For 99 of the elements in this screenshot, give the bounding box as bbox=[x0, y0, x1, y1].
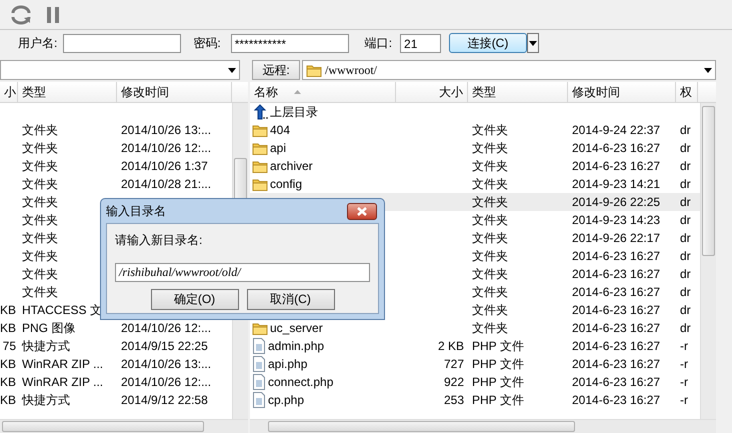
modified-time: 2014/10/26 12:... bbox=[120, 375, 212, 389]
file-size: KB bbox=[0, 321, 18, 335]
file-size: 253 bbox=[442, 393, 465, 407]
modified-time: 2014-6-23 16:27 bbox=[571, 285, 662, 299]
modified-time: 2014-6-23 16:27 bbox=[571, 303, 662, 317]
modified-time: 2014-6-23 16:27 bbox=[571, 267, 662, 281]
file-type: PHP 文件 bbox=[471, 356, 525, 372]
permissions: dr bbox=[679, 213, 692, 227]
dialog-title: 输入目录名 bbox=[106, 202, 166, 220]
prompt-text: 请输入新目录名: bbox=[115, 232, 204, 249]
permissions: dr bbox=[679, 123, 692, 137]
file-name: admin.php bbox=[268, 339, 324, 353]
permissions: dr bbox=[679, 231, 692, 245]
permissions: dr bbox=[679, 267, 692, 281]
file-type: HTACCESS 文 bbox=[21, 302, 103, 318]
file-name: cp.php bbox=[268, 393, 304, 407]
modified-time: 2014/10/26 12:... bbox=[120, 141, 212, 155]
column-title: 名称 bbox=[254, 84, 278, 100]
permissions: dr bbox=[679, 159, 692, 173]
file-type: 文件夹 bbox=[21, 212, 59, 228]
file-size: KB bbox=[0, 393, 18, 407]
permissions: dr bbox=[679, 177, 692, 191]
permissions: -r bbox=[679, 357, 689, 371]
file-size: 75 bbox=[2, 339, 17, 353]
file-type: 文件夹 bbox=[471, 320, 509, 336]
file-type: 快捷方式 bbox=[20, 392, 71, 408]
modified-time: 2014-9-23 14:23 bbox=[571, 213, 662, 227]
file-name: archiver bbox=[270, 159, 313, 173]
modified-time: 2014-6-23 16:27 bbox=[571, 393, 662, 407]
file-size: KB bbox=[0, 303, 18, 317]
modified-time: 2014-9-26 22:17 bbox=[571, 231, 662, 245]
file-type: 文件夹 bbox=[21, 194, 59, 210]
permissions: -r bbox=[679, 393, 689, 407]
permissions: -r bbox=[679, 375, 689, 389]
file-type: WinRAR ZIP ... bbox=[21, 375, 104, 389]
modified-time: 2014-6-23 16:27 bbox=[571, 339, 662, 353]
file-size: 727 bbox=[442, 357, 465, 371]
file-type: 快捷方式 bbox=[20, 338, 71, 354]
file-type: 文件夹 bbox=[471, 302, 509, 318]
file-size: KB bbox=[0, 357, 18, 371]
file-name: api.php bbox=[268, 357, 308, 371]
file-name: connect.php bbox=[268, 375, 334, 389]
modified-time: 2014/9/15 22:25 bbox=[120, 339, 209, 353]
file-type: 文件夹 bbox=[21, 266, 59, 282]
file-type: 文件夹 bbox=[471, 230, 509, 246]
permissions: -r bbox=[679, 339, 689, 353]
file-type: 文件夹 bbox=[21, 284, 59, 300]
file-type: WinRAR ZIP ... bbox=[21, 357, 104, 371]
file-size: 922 bbox=[442, 375, 465, 389]
modified-time: 2014-6-23 16:27 bbox=[571, 249, 662, 263]
password-label: 密码: bbox=[193, 34, 221, 52]
modified-time: 2014-6-23 16:27 bbox=[571, 375, 662, 389]
modified-time: 2014-9-24 22:37 bbox=[571, 123, 662, 137]
modified-time: 2014-9-26 22:25 bbox=[571, 195, 662, 209]
modified-time: 2014/9/12 22:58 bbox=[120, 393, 209, 407]
port-label: 端口: bbox=[364, 34, 392, 52]
modified-time: 2014-6-23 16:27 bbox=[571, 321, 662, 335]
file-type: PHP 文件 bbox=[471, 374, 525, 390]
permissions: dr bbox=[679, 249, 692, 263]
file-type: 文件夹 bbox=[21, 248, 59, 264]
file-type: 文件夹 bbox=[471, 266, 509, 282]
file-type: 文件夹 bbox=[471, 248, 509, 264]
permissions: dr bbox=[679, 303, 692, 317]
modified-time: 2014-6-23 16:27 bbox=[571, 159, 662, 173]
file-type: 文件夹 bbox=[471, 212, 509, 228]
file-type: 文件夹 bbox=[471, 122, 509, 138]
modified-time: 2014/10/26 13:... bbox=[120, 357, 212, 371]
modified-time: 2014-6-23 16:27 bbox=[571, 141, 662, 155]
file-type: PHP 文件 bbox=[471, 392, 525, 408]
file-type: 文件夹 bbox=[471, 194, 509, 210]
file-name: uc_server bbox=[270, 321, 323, 335]
file-type: 文件夹 bbox=[471, 140, 509, 156]
file-name: 上层目录 bbox=[270, 104, 318, 120]
modified-time: 2014/10/26 13:... bbox=[120, 123, 212, 137]
permissions: dr bbox=[679, 285, 692, 299]
file-type: 文件夹 bbox=[471, 176, 509, 192]
file-type: 文件夹 bbox=[21, 140, 59, 156]
file-type: 文件夹 bbox=[21, 230, 59, 246]
file-size: 2 KB bbox=[436, 339, 465, 353]
file-name: 404 bbox=[270, 123, 290, 137]
file-size: KB bbox=[0, 375, 18, 389]
modified-time: 2014/10/26 12:... bbox=[120, 321, 212, 335]
file-type: 文件夹 bbox=[21, 122, 59, 138]
file-type: 文件夹 bbox=[471, 158, 509, 174]
file-name: config bbox=[270, 177, 302, 191]
file-type: PNG 图像 bbox=[21, 320, 76, 336]
modified-time: 2014/10/28 21:... bbox=[120, 177, 212, 191]
file-name: api bbox=[270, 141, 286, 155]
permissions: dr bbox=[679, 321, 692, 335]
file-type: 文件夹 bbox=[21, 176, 59, 192]
username-label: 用户名: bbox=[18, 34, 58, 52]
file-type: 文件夹 bbox=[21, 158, 59, 174]
file-type: 文件夹 bbox=[471, 284, 509, 300]
permissions: dr bbox=[679, 141, 692, 155]
modified-time: 2014-9-23 14:21 bbox=[571, 177, 662, 191]
modified-time: 2014/10/26 1:37 bbox=[120, 159, 209, 173]
permissions: dr bbox=[679, 195, 692, 209]
modified-time: 2014-6-23 16:27 bbox=[571, 357, 662, 371]
file-type: PHP 文件 bbox=[471, 338, 525, 354]
